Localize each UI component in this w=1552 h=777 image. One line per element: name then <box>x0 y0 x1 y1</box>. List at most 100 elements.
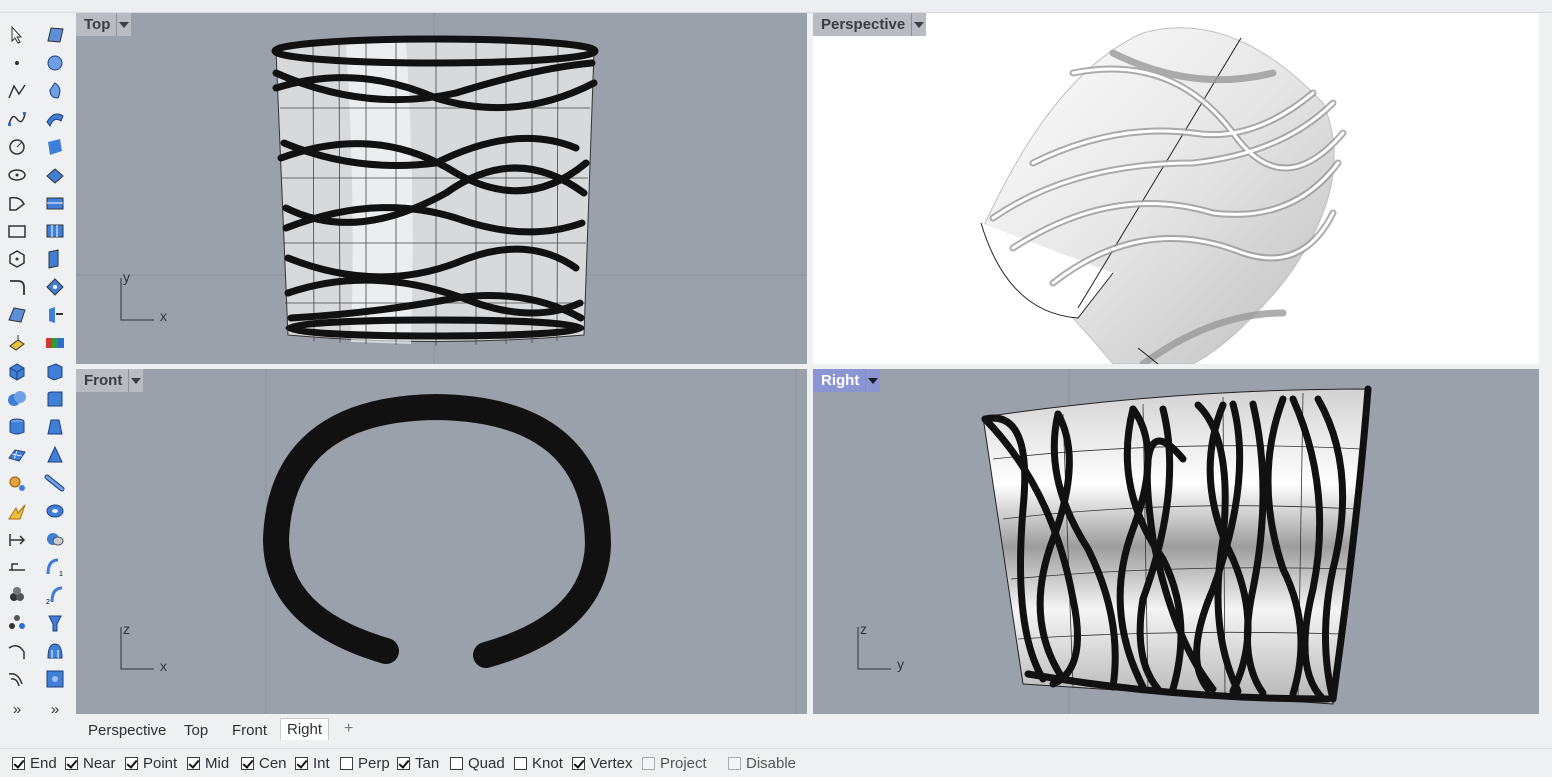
osnap-tan[interactable]: Tan <box>397 755 439 772</box>
toolbar-more-chevron-icon[interactable]: » <box>3 696 31 722</box>
front-view-model <box>120 369 797 714</box>
surface-edit-icon[interactable] <box>41 22 69 48</box>
fillet-edge-icon[interactable] <box>41 386 69 412</box>
viewport-title-right[interactable]: Right <box>813 369 881 392</box>
polyline-icon[interactable] <box>3 78 31 104</box>
cone-icon[interactable] <box>41 442 69 468</box>
torus-icon[interactable] <box>41 498 69 524</box>
checkbox[interactable] <box>241 757 254 770</box>
revolve-solid-icon[interactable] <box>41 610 69 636</box>
osnap-cen[interactable]: Cen <box>241 755 287 772</box>
sphere-icon[interactable] <box>41 50 69 76</box>
hatch-icon[interactable] <box>3 554 31 580</box>
control-points-icon[interactable] <box>41 274 69 300</box>
tab-front[interactable]: Front <box>232 720 267 741</box>
dome-one-icon[interactable]: 1 <box>41 554 69 580</box>
checkbox[interactable] <box>450 757 463 770</box>
arc-icon[interactable] <box>3 190 31 216</box>
viewport-front[interactable]: z x Front <box>76 369 807 714</box>
osnap-knot[interactable]: Knot <box>514 755 563 772</box>
mesh-icon[interactable] <box>3 442 31 468</box>
polygon-icon[interactable] <box>3 246 31 272</box>
viewport-menu-dropdown-icon[interactable] <box>128 369 143 392</box>
explode-icon[interactable] <box>3 498 31 524</box>
plane-icon[interactable] <box>41 190 69 216</box>
checkbox[interactable] <box>397 757 410 770</box>
offset-curve-icon[interactable] <box>3 666 31 692</box>
checkbox[interactable] <box>340 757 353 770</box>
circle-icon[interactable] <box>3 134 31 160</box>
texture-map-icon[interactable] <box>41 666 69 692</box>
osnap-disable[interactable]: Disable <box>728 755 796 772</box>
left-toolbar-primary: » <box>0 14 39 720</box>
toolbar2-more-chevron-icon[interactable]: » <box>41 696 69 722</box>
loft-icon[interactable] <box>41 134 69 160</box>
checkbox[interactable] <box>295 757 308 770</box>
osnap-vertex[interactable]: Vertex <box>572 755 633 772</box>
solid-box-edit-icon[interactable] <box>41 358 69 384</box>
transform-gear-icon[interactable] <box>3 470 31 496</box>
rebuild-surface-icon[interactable] <box>41 218 69 244</box>
checkbox[interactable] <box>65 757 78 770</box>
svg-text:1: 1 <box>59 571 63 578</box>
top-toolbar-strip <box>0 0 1552 13</box>
dimension-icon[interactable] <box>3 526 31 552</box>
pipe-icon[interactable] <box>41 470 69 496</box>
select-arrow-icon[interactable] <box>3 22 31 48</box>
osnap-project[interactable]: Project <box>642 755 707 772</box>
viewport-menu-dropdown-icon[interactable] <box>911 13 926 36</box>
checkbox[interactable] <box>728 757 741 770</box>
osnap-quad[interactable]: Quad <box>450 755 505 772</box>
boolean-union-icon[interactable] <box>3 386 31 412</box>
axis-label-y: y <box>123 269 130 285</box>
viewport-right[interactable]: z y Right <box>813 369 1539 714</box>
revolve-icon[interactable] <box>41 78 69 104</box>
osnap-int[interactable]: Int <box>295 755 330 772</box>
extend-surface-icon[interactable] <box>41 246 69 272</box>
patch-icon[interactable] <box>41 162 69 188</box>
viewport-menu-dropdown-icon[interactable] <box>865 369 880 392</box>
cylinder-icon[interactable] <box>3 414 31 440</box>
osnap-mid[interactable]: Mid <box>187 755 229 772</box>
right-view-model <box>857 369 1372 714</box>
checkbox[interactable] <box>642 757 655 770</box>
osnap-perp[interactable]: Perp <box>340 755 390 772</box>
curve-cv-icon[interactable] <box>3 106 31 132</box>
osnap-point[interactable]: Point <box>125 755 177 772</box>
point-icon[interactable] <box>3 50 31 76</box>
checkbox[interactable] <box>572 757 585 770</box>
extrude-surface-icon[interactable] <box>3 330 31 356</box>
checkbox[interactable] <box>514 757 527 770</box>
checkbox[interactable] <box>125 757 138 770</box>
tab-top[interactable]: Top <box>184 720 208 741</box>
add-viewport-tab-icon[interactable]: + <box>344 720 353 738</box>
viewport-menu-dropdown-icon[interactable] <box>116 13 131 36</box>
checkbox[interactable] <box>187 757 200 770</box>
rectangle-icon[interactable] <box>3 218 31 244</box>
group-icon[interactable] <box>3 582 31 608</box>
sweep-icon[interactable] <box>41 106 69 132</box>
surface-from-curves-icon[interactable] <box>3 302 31 328</box>
viewport-top[interactable]: y x Top <box>76 13 807 364</box>
match-surface-icon[interactable] <box>41 302 69 328</box>
viewport-perspective[interactable]: Perspective <box>813 13 1539 364</box>
viewport-title-perspective[interactable]: Perspective <box>813 13 927 36</box>
top-view-model <box>76 13 807 364</box>
fillet-curve-icon[interactable] <box>3 274 31 300</box>
checkbox[interactable] <box>12 757 25 770</box>
bell-solid-icon[interactable] <box>41 638 69 664</box>
cone-truncated-icon[interactable] <box>41 414 69 440</box>
box-solid-icon[interactable] <box>3 358 31 384</box>
ellipse-icon[interactable] <box>3 162 31 188</box>
tab-perspective[interactable]: Perspective <box>88 720 166 741</box>
analysis-zebra-icon[interactable] <box>41 330 69 356</box>
viewport-title-front[interactable]: Front <box>76 369 144 392</box>
ungroup-icon[interactable] <box>3 610 31 636</box>
split-curve-icon[interactable] <box>3 638 31 664</box>
viewport-title-top[interactable]: Top <box>76 13 132 36</box>
ellipsoid-icon[interactable] <box>41 526 69 552</box>
dome-two-icon[interactable]: 2 <box>41 582 69 608</box>
osnap-near[interactable]: Near <box>65 755 116 772</box>
osnap-end[interactable]: End <box>12 755 57 772</box>
tab-right[interactable]: Right <box>280 718 330 740</box>
